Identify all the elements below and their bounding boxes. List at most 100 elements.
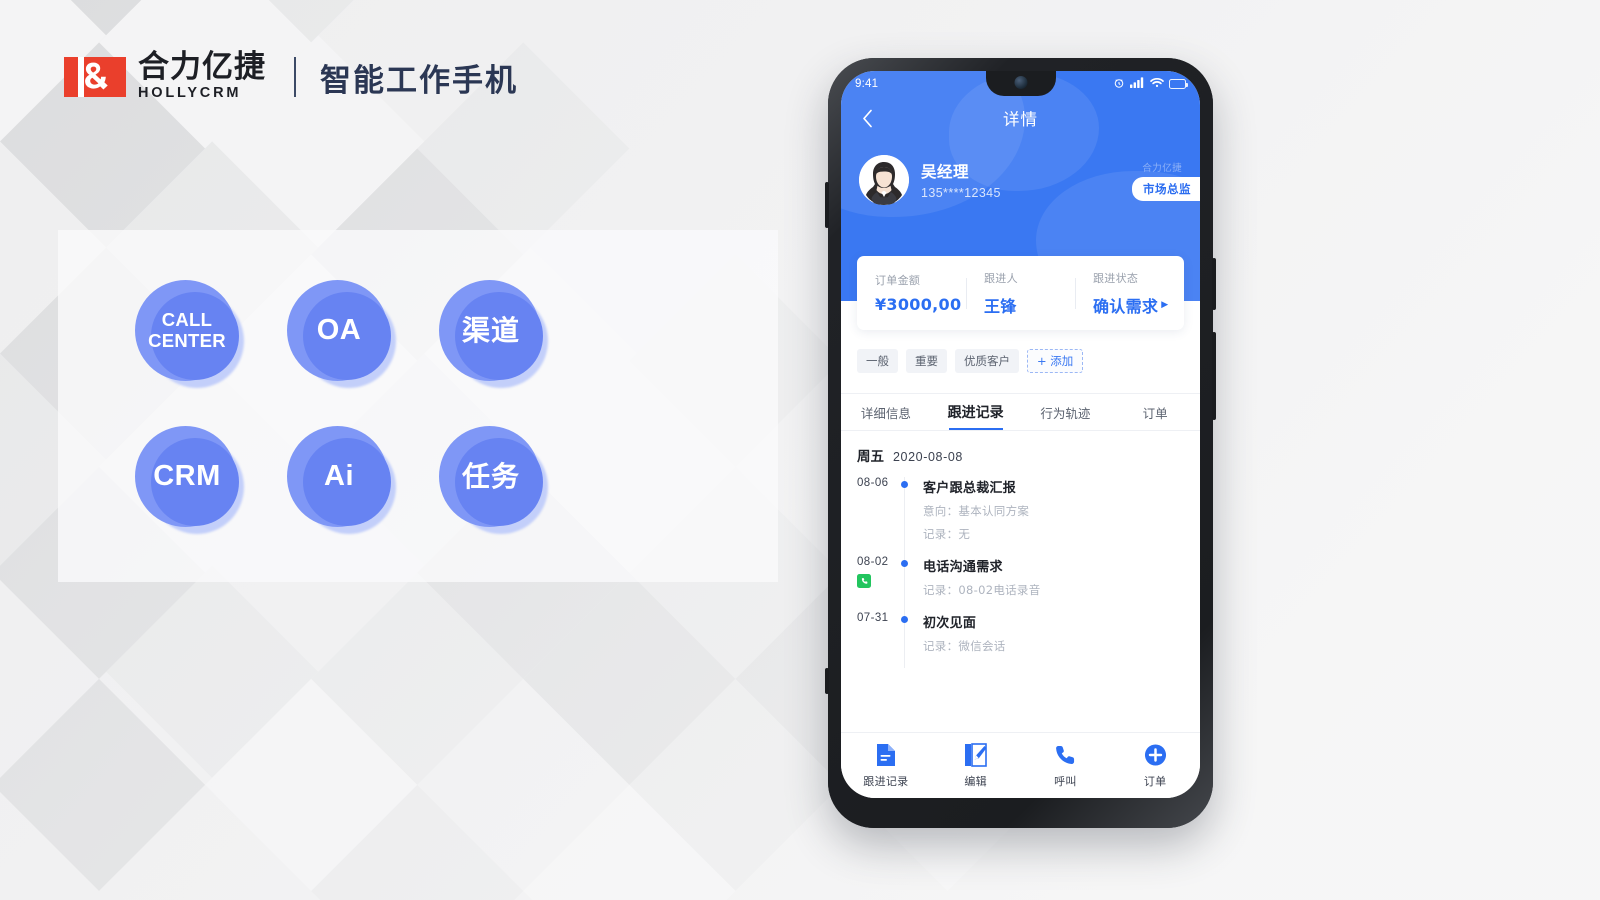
notch — [985, 71, 1056, 96]
wifi-icon — [1150, 77, 1164, 91]
feature-circle-call-center[interactable]: CALL CENTER — [128, 278, 280, 389]
action-label: 跟进记录 — [863, 774, 909, 788]
timeline-left: 07-31 — [841, 612, 899, 654]
phone-recording-icon[interactable] — [857, 574, 871, 588]
timeline-entry-body: 电话沟通需求 记录：08-02电话录音 — [917, 556, 1200, 598]
order-amount-column[interactable]: 订单金额 ¥3000,00 — [857, 272, 966, 314]
feature-circle-oa[interactable]: OA — [280, 278, 432, 389]
brand-name-cn: 合力亿捷 — [138, 49, 266, 85]
action-new-order[interactable]: 订单 — [1110, 743, 1200, 789]
timeline-entry-time: 08-06 — [857, 477, 889, 489]
role-badge: 市场总监 — [1132, 176, 1200, 201]
list-item[interactable]: 07-31 初次见面 记录：微信会话 — [841, 612, 1200, 668]
company-watermark: 合力亿捷 — [1142, 162, 1182, 174]
feature-circle-ai[interactable]: Ai — [280, 424, 432, 535]
timeline-entry-meta-2: 记录：无 — [923, 527, 971, 541]
timeline-entry-title: 客户跟总裁汇报 — [923, 481, 1017, 496]
timeline-entry-time: 08-02 — [857, 556, 889, 568]
timeline-date-header: 周五 2020-08-08 — [841, 445, 1200, 465]
timeline-list: 08-06 客户跟总裁汇报 意向：基本认同方案 记录：无 08-02 电话沟通需… — [841, 477, 1200, 668]
contact-text: 吴经理 135****12345 — [921, 160, 1001, 200]
brand-name-en: HOLLYCRM — [138, 85, 242, 101]
action-call[interactable]: 呼叫 — [1021, 743, 1111, 789]
followup-status-column[interactable]: 跟进状态 确认需求 ▶ — [1075, 270, 1184, 317]
feature-label: 渠道 — [461, 313, 520, 347]
tab-behavior-track[interactable]: 行为轨迹 — [1021, 394, 1111, 430]
feature-label: OA — [316, 314, 362, 347]
timeline-entry-time: 07-31 — [857, 612, 889, 624]
phone-screen: 9:41 详情 吴经理 135****12345 合力亿捷 市场总监 订单金额 … — [841, 71, 1200, 798]
feature-label: CRM — [153, 460, 221, 493]
feature-row-2: CRM Ai 任务 — [128, 424, 584, 535]
contact-name: 吴经理 — [921, 163, 970, 181]
hollycrm-ampersand-mark — [64, 57, 126, 98]
battery-icon — [1169, 79, 1188, 89]
chevron-right-icon: ▶ — [1161, 299, 1169, 310]
order-amount-label: 订单金额 — [875, 274, 921, 287]
timeline-entry-title: 电话沟通需求 — [923, 560, 1003, 575]
action-label: 订单 — [1143, 774, 1167, 788]
tab-orders[interactable]: 订单 — [1110, 394, 1200, 430]
avatar[interactable] — [859, 155, 909, 205]
back-button[interactable] — [855, 106, 879, 130]
brand-divider — [294, 57, 296, 98]
followup-owner-column[interactable]: 跟进人 王锋 — [966, 270, 1075, 317]
plus-circle-icon — [1144, 743, 1167, 767]
power-button[interactable] — [1212, 258, 1216, 310]
phone-icon — [1054, 743, 1076, 767]
followup-timeline: 周五 2020-08-08 08-06 客户跟总裁汇报 意向：基本认同方案 记录… — [841, 431, 1200, 668]
phone-mockup: 9:41 详情 吴经理 135****12345 合力亿捷 市场总监 订单金额 … — [825, 58, 1216, 828]
followup-status-value-wrap: 确认需求 ▶ — [1093, 293, 1184, 317]
tab-bar: 详细信息 跟进记录 行为轨迹 订单 — [841, 393, 1200, 431]
nav-bar: 详情 — [841, 97, 1200, 139]
front-camera-icon — [1014, 76, 1027, 89]
feature-label: Ai — [324, 460, 354, 493]
timeline-dot-icon — [901, 560, 908, 567]
list-item[interactable]: 08-06 客户跟总裁汇报 意向：基本认同方案 记录：无 — [841, 477, 1200, 556]
contact-phone: 135****12345 — [921, 186, 1001, 200]
add-tag-button[interactable]: + 添加 — [1027, 349, 1084, 373]
alarm-icon — [1113, 77, 1125, 92]
tag-normal[interactable]: 一般 — [857, 349, 898, 373]
timeline-marker — [899, 556, 917, 598]
feature-circle-crm[interactable]: CRM — [128, 424, 280, 535]
feature-circle-channel[interactable]: 渠道 — [432, 278, 584, 389]
tab-followup-records[interactable]: 跟进记录 — [931, 394, 1021, 430]
action-label: 编辑 — [964, 774, 987, 788]
bottom-action-bar: 跟进记录 编辑 呼叫 订单 — [841, 732, 1200, 798]
edit-icon — [964, 742, 987, 767]
timeline-weekday: 周五 — [857, 449, 884, 465]
contact-block: 吴经理 135****12345 合力亿捷 市场总监 — [841, 155, 1200, 205]
action-followup-record[interactable]: 跟进记录 — [841, 743, 931, 789]
contact-right: 合力亿捷 市场总监 — [1132, 160, 1200, 201]
tab-detail-info[interactable]: 详细信息 — [841, 394, 931, 430]
left-side-button-lower[interactable] — [825, 668, 829, 694]
left-side-button[interactable] — [825, 182, 829, 228]
followup-status-value: 确认需求 — [1093, 296, 1159, 316]
tag-important[interactable]: 重要 — [906, 349, 947, 373]
timeline-dot-icon — [901, 481, 908, 488]
timeline-date: 2020-08-08 — [893, 450, 963, 464]
followup-owner-value: 王锋 — [984, 296, 1017, 316]
tag-quality-customer[interactable]: 优质客户 — [955, 349, 1019, 373]
timeline-entry-title: 初次见面 — [923, 616, 977, 631]
timeline-dot-icon — [901, 616, 908, 623]
timeline-entry-meta-1: 意向：基本认同方案 — [923, 504, 1030, 518]
signal-icon — [1130, 77, 1145, 91]
timeline-entry-meta-1: 记录：微信会话 — [923, 639, 1006, 653]
order-amount-value: ¥3000,00 — [875, 295, 962, 314]
timeline-entry-meta-1: 记录：08-02电话录音 — [923, 583, 1041, 597]
action-edit[interactable]: 编辑 — [931, 742, 1021, 789]
timeline-entry-body: 初次见面 记录：微信会话 — [917, 612, 1200, 654]
action-label: 呼叫 — [1054, 774, 1077, 788]
followup-owner-label: 跟进人 — [984, 271, 1018, 285]
feature-circle-grid: CALL CENTER OA 渠道 CRM Ai 任务 — [128, 278, 584, 535]
feature-circle-task[interactable]: 任务 — [432, 424, 584, 535]
brand-tagline: 智能工作手机 — [320, 62, 518, 99]
volume-button[interactable] — [1212, 332, 1216, 420]
document-icon — [875, 743, 897, 767]
timeline-left: 08-06 — [841, 477, 899, 542]
page-title: 详情 — [1003, 110, 1038, 129]
list-item[interactable]: 08-02 电话沟通需求 记录：08-02电话录音 — [841, 556, 1200, 612]
feature-label: CALL CENTER — [148, 308, 226, 351]
